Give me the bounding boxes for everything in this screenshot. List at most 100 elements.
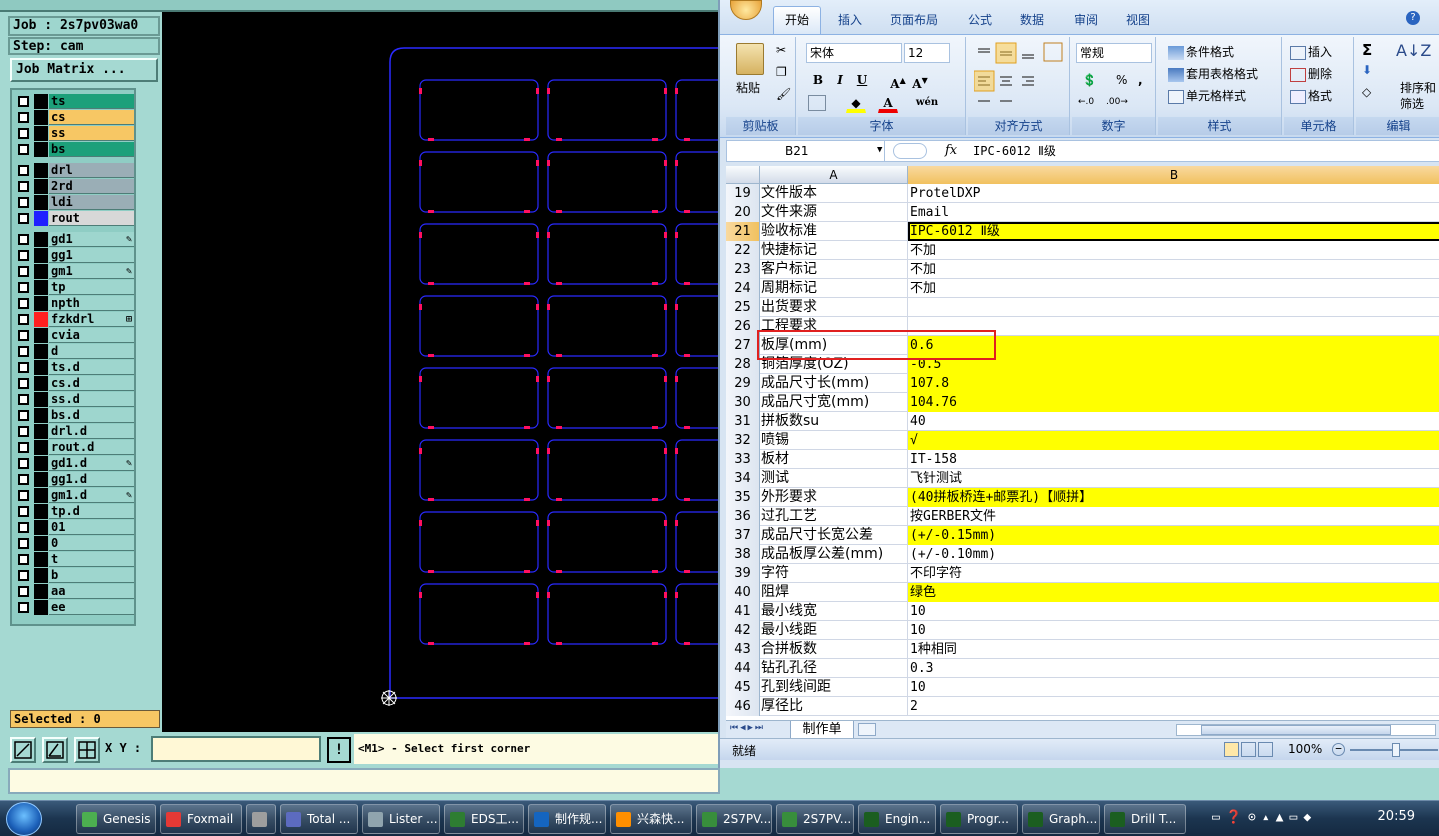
- layer-color-swatch[interactable]: [34, 424, 48, 439]
- layer-row-ts-d[interactable]: ts.d: [16, 360, 134, 375]
- name-box[interactable]: B21: [727, 141, 885, 161]
- layer-row-cs-d[interactable]: cs.d: [16, 376, 134, 391]
- cell-b[interactable]: 0.3: [908, 659, 1439, 678]
- layer-name[interactable]: bs: [49, 142, 134, 157]
- layer-row-aa[interactable]: aa: [16, 584, 134, 599]
- layer-checkbox[interactable]: [18, 314, 29, 325]
- layer-name[interactable]: ss: [49, 126, 134, 141]
- cell-b[interactable]: 不加: [908, 241, 1439, 260]
- layer-checkbox[interactable]: [18, 586, 29, 597]
- comma-button[interactable]: ,: [1138, 73, 1143, 87]
- cell-b[interactable]: IT-158: [908, 450, 1439, 469]
- layer-name[interactable]: drl: [49, 163, 134, 178]
- layer-row-rout[interactable]: rout: [16, 211, 134, 226]
- layer-color-swatch[interactable]: [34, 142, 48, 157]
- layer-name[interactable]: gd1.d ✎: [49, 456, 134, 471]
- layer-name[interactable]: ts.d: [49, 360, 134, 375]
- cell-b[interactable]: 1种相同: [908, 640, 1439, 659]
- tab-insert[interactable]: 插入: [838, 11, 862, 28]
- cell-b[interactable]: 10: [908, 678, 1439, 697]
- insert-cells-button[interactable]: 插入: [1290, 43, 1332, 60]
- shrink-font-icon[interactable]: A▼: [910, 70, 930, 91]
- measure-tool-button[interactable]: [42, 737, 68, 763]
- row-header[interactable]: 29: [726, 374, 760, 393]
- taskbar-item[interactable]: 制作规...: [528, 804, 606, 834]
- taskbar-item[interactable]: Genesis: [76, 804, 156, 834]
- layer-row-t[interactable]: t: [16, 552, 134, 567]
- cell-b[interactable]: (+/-0.15mm): [908, 526, 1439, 545]
- xy-coordinate-input[interactable]: [151, 736, 321, 762]
- layer-checkbox[interactable]: [18, 330, 29, 341]
- taskbar-item[interactable]: 兴森快...: [610, 804, 692, 834]
- zoom-out-icon[interactable]: −: [1332, 743, 1345, 756]
- layer-color-swatch[interactable]: [34, 232, 48, 247]
- formula-content[interactable]: IPC-6012 Ⅱ级: [973, 141, 1056, 161]
- layer-checkbox[interactable]: [18, 96, 29, 107]
- cell-b[interactable]: (+/-0.10mm): [908, 545, 1439, 564]
- cell-a[interactable]: 拼板数su: [760, 412, 908, 431]
- layer-color-swatch[interactable]: [34, 488, 48, 503]
- layer-color-swatch[interactable]: [34, 163, 48, 178]
- cell-b[interactable]: 不加: [908, 279, 1439, 298]
- snap-grid-button[interactable]: [74, 737, 100, 763]
- cell-b[interactable]: 10: [908, 602, 1439, 621]
- layer-name[interactable]: ts: [49, 94, 134, 109]
- cell-a[interactable]: 文件版本: [760, 184, 908, 203]
- zoom-area-tool-button[interactable]: [10, 737, 36, 763]
- cell-b[interactable]: (40拼板桥连+邮票孔)【顺拼】: [908, 488, 1439, 507]
- cell-a[interactable]: 快捷标记: [760, 241, 908, 260]
- row-header[interactable]: 19: [726, 184, 760, 203]
- layer-checkbox[interactable]: [18, 442, 29, 453]
- cell-styles-button[interactable]: 单元格样式: [1168, 87, 1246, 104]
- layer-name[interactable]: tp.d: [49, 504, 134, 519]
- layer-checkbox[interactable]: [18, 506, 29, 517]
- layer-checkbox[interactable]: [18, 362, 29, 373]
- layer-name[interactable]: gg1: [49, 248, 134, 263]
- layer-checkbox[interactable]: [18, 554, 29, 565]
- layer-color-swatch[interactable]: [34, 312, 48, 327]
- layer-checkbox[interactable]: [18, 538, 29, 549]
- tab-home[interactable]: 开始: [773, 6, 821, 34]
- layer-name[interactable]: aa: [49, 584, 134, 599]
- layer-checkbox[interactable]: [18, 426, 29, 437]
- layer-row-gm1-d[interactable]: gm1.d ✎: [16, 488, 134, 503]
- layer-color-swatch[interactable]: [34, 280, 48, 295]
- layer-checkbox[interactable]: [18, 197, 29, 208]
- layer-name[interactable]: 2rd: [49, 179, 134, 194]
- format-as-table-button[interactable]: 套用表格格式: [1168, 65, 1258, 82]
- layer-checkbox[interactable]: [18, 602, 29, 613]
- increase-decimal-icon[interactable]: ←.0: [1078, 97, 1094, 107]
- name-box-dropdown-icon[interactable]: ▼: [877, 145, 882, 155]
- layer-row-npth[interactable]: npth: [16, 296, 134, 311]
- cell-b[interactable]: [908, 298, 1439, 317]
- tab-data[interactable]: 数据: [1020, 11, 1044, 28]
- cell-b[interactable]: 绿色: [908, 583, 1439, 602]
- taskbar-item[interactable]: [246, 804, 276, 834]
- layer-row-b[interactable]: b: [16, 568, 134, 583]
- fill-color-icon[interactable]: ◆: [846, 93, 866, 113]
- worksheet-grid[interactable]: A B 19 文件版本 ProtelDXP 20 文件来源 Email 21 验收标准 IPC-…: [726, 166, 1439, 720]
- taskbar-item[interactable]: Foxmail: [160, 804, 242, 834]
- page-layout-view-icon[interactable]: [1241, 742, 1256, 757]
- cell-a[interactable]: 过孔工艺: [760, 507, 908, 526]
- layer-color-swatch[interactable]: [34, 344, 48, 359]
- row-header[interactable]: 25: [726, 298, 760, 317]
- layer-name[interactable]: 0: [49, 536, 134, 551]
- column-header-b[interactable]: B: [908, 166, 1439, 184]
- office-button[interactable]: [730, 0, 762, 20]
- taskbar-item[interactable]: Total ...: [280, 804, 358, 834]
- decrease-decimal-icon[interactable]: .00→: [1106, 97, 1128, 107]
- insert-function-button[interactable]: fx: [945, 143, 957, 158]
- cell-a[interactable]: 验收标准: [760, 222, 908, 241]
- layer-row-bs-d[interactable]: bs.d: [16, 408, 134, 423]
- cell-b[interactable]: 飞针测试: [908, 469, 1439, 488]
- layer-name[interactable]: drl.d: [49, 424, 134, 439]
- number-format-select[interactable]: 常规: [1076, 43, 1152, 63]
- layer-name[interactable]: b: [49, 568, 134, 583]
- tab-view[interactable]: 视图: [1126, 11, 1150, 28]
- layer-row-gg1[interactable]: gg1: [16, 248, 134, 263]
- tray-icons[interactable]: ▭❓⊙▴▲▭◆: [1212, 810, 1317, 825]
- layer-checkbox[interactable]: [18, 490, 29, 501]
- border-icon[interactable]: [808, 95, 826, 111]
- layer-row-gm1[interactable]: gm1 ✎: [16, 264, 134, 279]
